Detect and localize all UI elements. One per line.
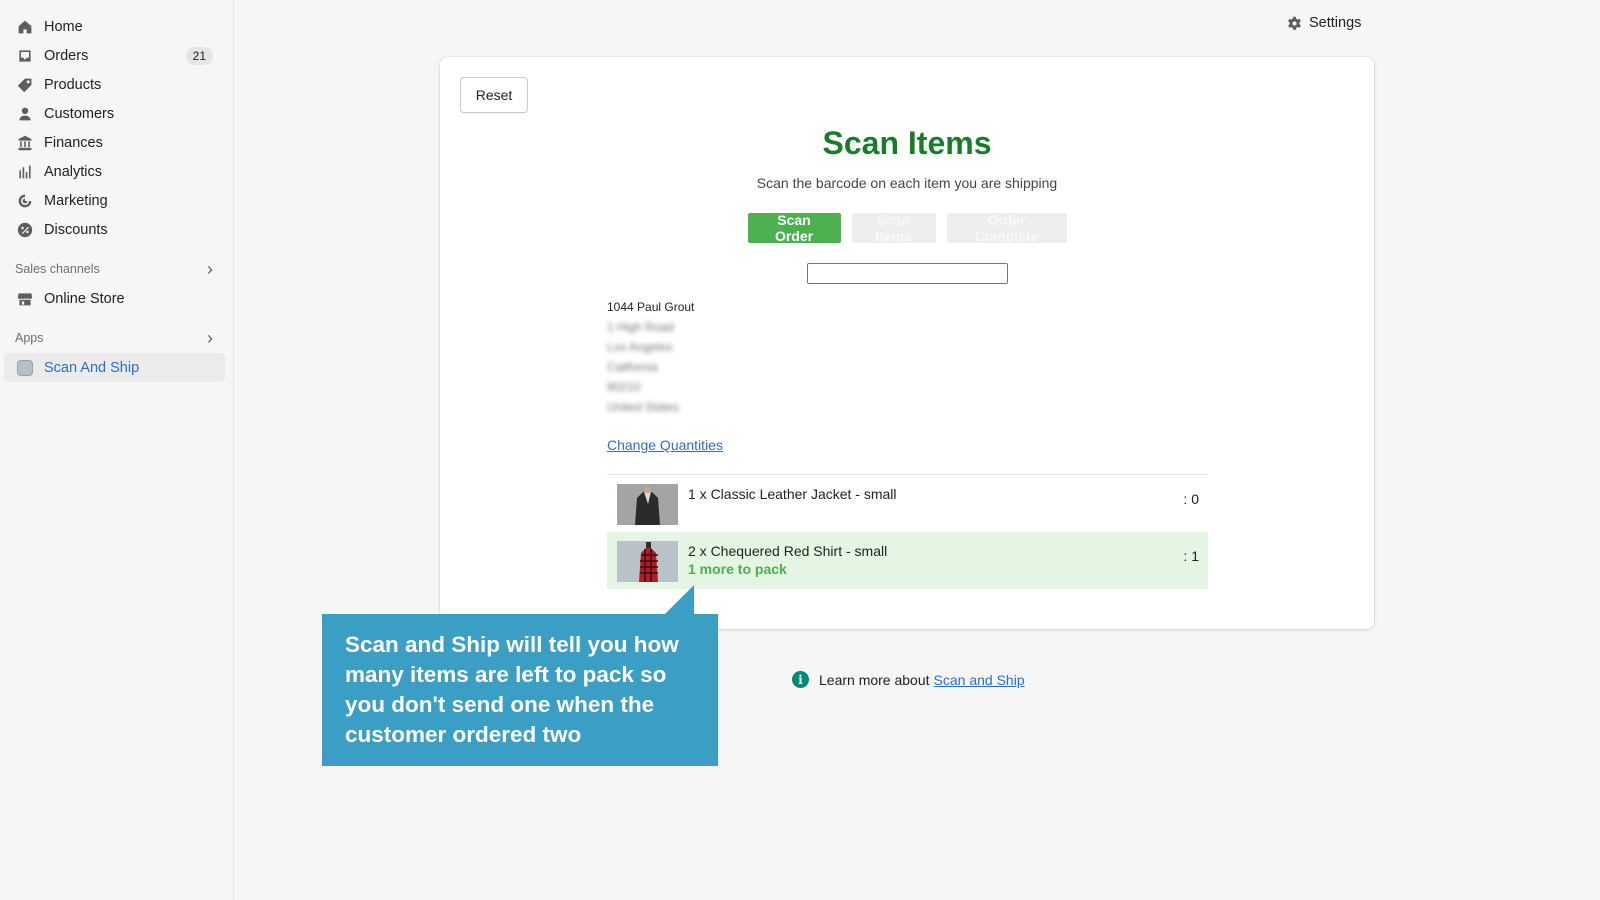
callout-pointer: [664, 585, 694, 615]
address-line: Los Angeles: [607, 340, 673, 354]
learn-more: i Learn more about Scan and Ship: [792, 671, 1025, 688]
page-subtitle: Scan the barcode on each item you are sh…: [756, 175, 1058, 191]
person-icon: [16, 105, 34, 123]
orders-count-badge: 21: [185, 46, 213, 65]
gear-icon: [1288, 16, 1301, 30]
step-order-complete: Order Complete: [946, 212, 1067, 244]
sidebar-item-label: Discounts: [44, 221, 108, 238]
list-item: 2 x Chequered Red Shirt - small 1 more t…: [607, 532, 1208, 589]
item-status: 1 more to pack: [688, 561, 787, 577]
sidebar-item-label: Orders: [44, 47, 89, 64]
home-icon: [16, 18, 34, 36]
address-line: California: [607, 360, 658, 374]
item-scanned-count: : 1: [1183, 548, 1199, 564]
app-icon: [16, 359, 34, 377]
sales-channels-heading[interactable]: Sales channels ›: [15, 258, 213, 280]
sidebar-item-online-store[interactable]: Online Store: [4, 284, 225, 313]
shipping-address: 1044 Paul Grout 1 High Road Los Angeles …: [607, 297, 694, 417]
settings-button[interactable]: Settings: [1286, 12, 1361, 34]
tutorial-callout: Scan and Ship will tell you how many ite…: [322, 614, 718, 766]
sidebar-item-customers[interactable]: Customers: [4, 99, 225, 128]
sidebar-item-label: Customers: [44, 105, 115, 122]
step-scan-order[interactable]: Scan Order: [747, 212, 841, 244]
scan-card: Reset Scan Items Scan the barcode on eac…: [440, 57, 1374, 629]
sidebar-item-discounts[interactable]: Discounts: [4, 215, 225, 244]
sidebar-item-label: Online Store: [44, 290, 125, 307]
learn-more-text: Learn more about: [819, 671, 930, 688]
bank-icon: [16, 134, 34, 152]
tag-icon: [16, 76, 34, 94]
sidebar-item-label: Analytics: [44, 163, 103, 180]
barcode-input[interactable]: [807, 263, 1008, 284]
apps-heading[interactable]: Apps ›: [15, 327, 213, 349]
settings-label: Settings: [1309, 15, 1362, 31]
sidebar: Home Orders 21 Products Customers Financ…: [0, 0, 234, 900]
item-scanned-count: : 0: [1183, 491, 1199, 507]
sidebar-item-products[interactable]: Products: [4, 70, 225, 99]
leather-jacket-thumbnail: [617, 484, 678, 525]
step-scan-items: Scan Items: [851, 212, 936, 244]
sidebar-item-marketing[interactable]: Marketing: [4, 186, 225, 215]
red-shirt-thumbnail: [617, 541, 678, 582]
scan-and-ship-link[interactable]: Scan and Ship: [934, 672, 1025, 688]
sidebar-item-scan-and-ship[interactable]: Scan And Ship: [4, 353, 225, 382]
address-line: 90210: [607, 380, 641, 394]
sidebar-item-finances[interactable]: Finances: [4, 128, 225, 157]
store-icon: [16, 290, 34, 308]
item-description: 1 x Classic Leather Jacket - small: [688, 486, 897, 502]
address-line: 1 High Road: [607, 320, 674, 334]
orders-icon: [16, 47, 34, 65]
page-title: Scan Items: [822, 125, 992, 161]
target-icon: [16, 192, 34, 210]
apps-label: Apps: [15, 331, 44, 345]
sidebar-item-label: Marketing: [44, 192, 108, 209]
sidebar-item-label: Home: [44, 18, 83, 35]
reset-button[interactable]: Reset: [460, 77, 528, 113]
info-icon: i: [792, 671, 809, 688]
item-description: 2 x Chequered Red Shirt - small: [688, 543, 888, 559]
sidebar-item-home[interactable]: Home: [4, 12, 225, 41]
sidebar-item-orders[interactable]: Orders 21: [4, 41, 225, 70]
sidebar-item-label: Products: [44, 76, 102, 93]
sidebar-item-label: Scan And Ship: [44, 359, 140, 376]
bar-chart-icon: [16, 163, 34, 181]
discount-icon: [16, 221, 34, 239]
line-items-list: 1 x Classic Leather Jacket - small : 0 2…: [607, 474, 1208, 589]
sidebar-item-label: Finances: [44, 134, 103, 151]
address-line: United States: [607, 400, 680, 414]
chevron-right-icon: ›: [207, 328, 213, 348]
chevron-right-icon: ›: [207, 259, 213, 279]
address-name: 1044 Paul Grout: [607, 300, 695, 314]
change-quantities-link[interactable]: Change Quantities: [607, 437, 723, 453]
step-indicator: Scan Order Scan Items Order Complete: [440, 212, 1374, 244]
sidebar-item-analytics[interactable]: Analytics: [4, 157, 225, 186]
list-item: 1 x Classic Leather Jacket - small : 0: [607, 475, 1208, 532]
sales-channels-label: Sales channels: [15, 262, 100, 276]
